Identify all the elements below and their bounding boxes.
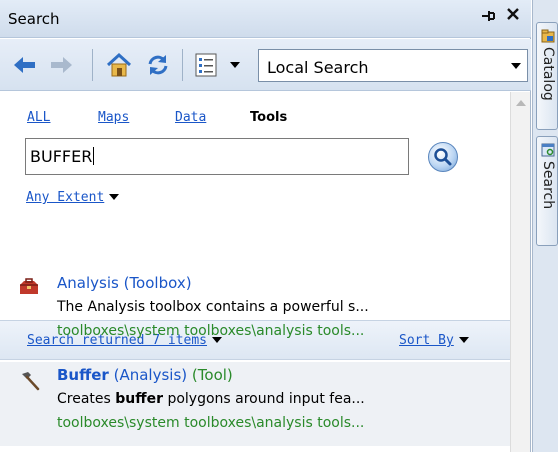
view-dropdown-arrow-icon[interactable] — [226, 53, 244, 77]
result-path: toolboxes\system toolboxes\analysis tool… — [57, 323, 365, 339]
hammer-icon — [22, 372, 40, 391]
forward-arrow-icon[interactable] — [48, 53, 74, 77]
view-options-icon[interactable] — [192, 53, 220, 77]
search-button[interactable] — [428, 142, 458, 172]
list-item[interactable]: Buffer (Analysis) (Tool) Creates buffer … — [0, 362, 510, 446]
text-caret — [93, 147, 95, 165]
tab-catalog[interactable]: Catalog — [536, 22, 558, 130]
close-icon[interactable] — [506, 7, 520, 25]
home-icon[interactable] — [104, 52, 134, 77]
result-kind: (Tool) — [191, 366, 233, 384]
extent-link[interactable]: Any Extent — [26, 190, 104, 205]
catalog-icon — [541, 29, 555, 43]
scroll-up-arrow-icon[interactable] — [516, 100, 526, 106]
list-item[interactable]: Analysis (Toolbox) The Analysis toolbox … — [0, 270, 510, 354]
side-tab-strip: Catalog Search — [532, 0, 558, 452]
chevron-down-icon — [109, 194, 120, 200]
search-window-icon — [541, 143, 555, 157]
result-description: The Analysis toolbox contains a powerful… — [57, 299, 369, 315]
result-type: (Toolbox) — [123, 274, 192, 292]
result-description-match: buffer — [115, 391, 163, 407]
search-window: Search Local Search ALL Maps Data Tools … — [0, 0, 531, 452]
chevron-down-icon — [511, 63, 521, 69]
tab-catalog-label: Catalog — [540, 47, 556, 101]
refresh-icon[interactable] — [144, 53, 172, 77]
window-title: Search — [8, 10, 60, 28]
pin-icon[interactable] — [480, 8, 496, 28]
search-input[interactable]: BUFFER — [25, 138, 409, 175]
tab-search-label: Search — [540, 161, 556, 210]
magnifier-icon — [434, 148, 452, 166]
search-input-value: BUFFER — [30, 147, 93, 166]
tab-search[interactable]: Search — [536, 136, 558, 246]
tab-tools[interactable]: Tools — [250, 110, 287, 125]
extent-filter[interactable]: Any Extent — [26, 190, 120, 205]
search-scope-select[interactable]: Local Search — [258, 49, 528, 82]
tab-all[interactable]: ALL — [27, 110, 50, 125]
vertical-scrollbar[interactable] — [510, 92, 530, 452]
title-bar: Search — [0, 0, 531, 38]
result-name[interactable]: Analysis — [57, 274, 119, 292]
toolbar-separator — [92, 49, 93, 81]
back-arrow-icon[interactable] — [12, 53, 38, 77]
toolbar-separator — [182, 49, 183, 81]
toolbox-icon — [20, 278, 38, 294]
tab-maps[interactable]: Maps — [98, 110, 129, 125]
search-scope-value: Local Search — [267, 58, 369, 77]
tab-data[interactable]: Data — [175, 110, 206, 125]
result-description: Creates buffer polygons around input fea… — [57, 391, 365, 407]
result-path: toolboxes\system toolboxes\analysis tool… — [57, 415, 365, 431]
result-name[interactable]: Buffer — [57, 366, 109, 384]
result-type: (Analysis) — [113, 366, 188, 384]
